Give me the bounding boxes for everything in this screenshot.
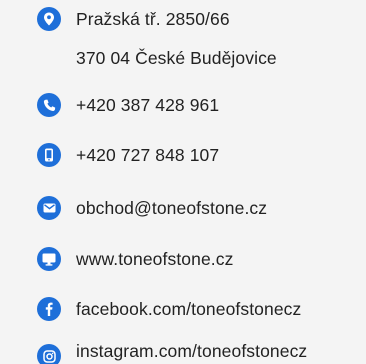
facebook-icon [37,297,61,321]
mobile-phone-icon [37,143,61,167]
phone-icon [37,93,61,117]
mobile-link[interactable]: +420 727 848 107 [76,145,219,165]
website-link[interactable]: www.toneofstone.cz [76,249,233,269]
instagram-icon [37,344,61,364]
monitor-icon [37,247,61,271]
phone-link[interactable]: +420 387 428 961 [76,95,219,115]
location-pin-icon [37,7,61,31]
address-line-2: 370 04 České Budějovice [76,48,277,68]
address-line-1: Pražská tř. 2850/66 [76,9,230,29]
envelope-icon [37,196,61,220]
facebook-link[interactable]: facebook.com/toneofstonecz [76,299,301,319]
email-link[interactable]: obchod@toneofstone.cz [76,198,267,218]
instagram-link[interactable]: instagram.com/toneofstonecz [76,341,307,361]
